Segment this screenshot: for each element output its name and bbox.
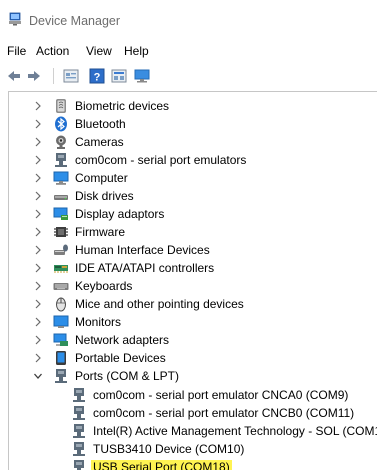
chevron-right-icon[interactable] <box>33 244 43 256</box>
tree-item-label: Computer <box>75 171 128 185</box>
portable-device-icon <box>56 351 66 365</box>
tree-item-label: Portable Devices <box>75 351 166 365</box>
tree-item-label: Display adaptors <box>75 207 165 221</box>
toolbar-separator <box>53 68 54 84</box>
tree-item-label: Monitors <box>75 315 122 329</box>
chevron-right-icon[interactable] <box>33 100 43 112</box>
tree-item-portable-devices[interactable]: Portable Devices <box>9 349 377 367</box>
monitor-icon[interactable] <box>134 68 150 84</box>
tree-item-display-adaptors[interactable]: Display adaptors <box>9 205 377 223</box>
tree-item-label: com0com - serial port emulator CNCA0 (CO… <box>93 388 349 402</box>
hid-icon <box>54 244 68 255</box>
tree-item-label: Cameras <box>75 135 124 149</box>
tree-item-port-intel-amt-sol[interactable]: Intel(R) Active Management Technology - … <box>9 422 377 440</box>
fingerprint-icon <box>56 99 66 113</box>
port-icon <box>74 460 84 470</box>
tree-item-bluetooth[interactable]: Bluetooth <box>9 115 377 133</box>
display-adapter-icon <box>53 207 68 220</box>
computer-icon <box>53 171 69 185</box>
network-adapter-icon <box>53 333 68 346</box>
chevron-right-icon[interactable] <box>33 352 43 364</box>
tree-item-label: Intel(R) Active Management Technology - … <box>93 424 377 438</box>
tree-item-keyboards[interactable]: Keyboards <box>9 277 377 295</box>
device-manager-icon <box>9 12 21 26</box>
tree-item-port-usb-serial[interactable]: USB Serial Port (COM18) <box>9 458 377 470</box>
window-title: Device Manager <box>29 14 121 28</box>
port-icon <box>55 369 67 383</box>
disk-drive-icon <box>54 195 68 200</box>
tree-item-network-adapters[interactable]: Network adapters <box>9 331 377 349</box>
tree-item-ports[interactable]: Ports (COM & LPT) <box>9 367 377 385</box>
tree-item-label: Bluetooth <box>75 117 126 131</box>
chevron-right-icon[interactable] <box>33 136 43 148</box>
bluetooth-icon <box>55 116 67 132</box>
tree-item-label: com0com - serial port emulators <box>75 153 247 167</box>
chevron-right-icon[interactable] <box>33 334 43 346</box>
tree-item-label-selected: USB Serial Port (COM18) <box>91 460 232 470</box>
chevron-right-icon[interactable] <box>33 298 43 310</box>
tree-item-label: IDE ATA/ATAPI controllers <box>75 261 215 275</box>
chevron-right-icon[interactable] <box>33 280 43 292</box>
tree-item-ide-controllers[interactable]: IDE ATA/ATAPI controllers <box>9 259 377 277</box>
tree-item-human-interface-devices[interactable]: Human Interface Devices <box>9 241 377 259</box>
device-tree[interactable]: Biometric devices Bluetooth Cameras com0… <box>8 91 377 470</box>
monitor-icon <box>53 315 69 328</box>
forward-arrow-icon[interactable] <box>26 68 42 84</box>
help-icon[interactable]: ? <box>89 68 105 84</box>
menu-view[interactable]: View <box>86 44 112 58</box>
tree-item-monitors[interactable]: Monitors <box>9 313 377 331</box>
firmware-icon <box>54 227 68 237</box>
chevron-right-icon[interactable] <box>33 316 43 328</box>
port-icon <box>73 388 85 402</box>
chevron-right-icon[interactable] <box>33 190 43 202</box>
tree-item-mice[interactable]: Mice and other pointing devices <box>9 295 377 313</box>
properties-icon[interactable] <box>63 68 79 84</box>
tree-item-label: Network adapters <box>75 333 170 347</box>
chevron-right-icon[interactable] <box>33 262 43 274</box>
tree-item-com0com-emulators[interactable]: com0com - serial port emulators <box>9 151 377 169</box>
tree-item-label: Firmware <box>75 225 125 239</box>
tree-item-biometric-devices[interactable]: Biometric devices <box>9 97 377 115</box>
tree-item-label: Ports (COM & LPT) <box>75 369 180 383</box>
chevron-right-icon[interactable] <box>33 226 43 238</box>
mouse-icon <box>56 297 66 312</box>
chevron-right-icon[interactable] <box>33 118 43 130</box>
chevron-down-icon[interactable] <box>33 370 43 382</box>
chevron-right-icon[interactable] <box>33 208 43 220</box>
tree-item-port-cnca0[interactable]: com0com - serial port emulator CNCA0 (CO… <box>9 386 377 404</box>
view-icon[interactable] <box>111 68 127 84</box>
toolbar: ? <box>0 64 377 88</box>
tree-item-cameras[interactable]: Cameras <box>9 133 377 151</box>
tree-item-label: Mice and other pointing devices <box>75 297 244 311</box>
ide-controller-icon <box>54 265 68 273</box>
menu-action[interactable]: Action <box>36 44 69 58</box>
tree-item-label: com0com - serial port emulator CNCB0 (CO… <box>93 406 355 420</box>
tree-item-computer[interactable]: Computer <box>9 169 377 187</box>
back-arrow-icon[interactable] <box>6 68 22 84</box>
tree-item-label: Human Interface Devices <box>75 243 210 257</box>
port-icon <box>73 406 85 420</box>
tree-item-label: TUSB3410 Device (COM10) <box>93 442 245 456</box>
tree-item-label: Biometric devices <box>75 99 170 113</box>
tree-item-port-tusb3410[interactable]: TUSB3410 Device (COM10) <box>9 440 377 458</box>
keyboard-icon <box>53 283 69 290</box>
tree-item-label: Keyboards <box>75 279 133 293</box>
tree-item-label: Disk drives <box>75 189 134 203</box>
port-icon <box>73 424 85 438</box>
menu-bar: File Action View Help <box>0 40 377 60</box>
chevron-right-icon[interactable] <box>33 172 43 184</box>
title-bar: Device Manager <box>0 0 377 36</box>
tree-item-port-cncb0[interactable]: com0com - serial port emulator CNCB0 (CO… <box>9 404 377 422</box>
serial-port-icon <box>55 153 67 167</box>
port-icon <box>73 442 85 456</box>
camera-icon <box>56 135 66 149</box>
menu-file[interactable]: File <box>7 44 26 58</box>
chevron-right-icon[interactable] <box>33 154 43 166</box>
menu-help[interactable]: Help <box>124 44 149 58</box>
tree-item-firmware[interactable]: Firmware <box>9 223 377 241</box>
svg-text:?: ? <box>94 72 101 84</box>
tree-item-disk-drives[interactable]: Disk drives <box>9 187 377 205</box>
